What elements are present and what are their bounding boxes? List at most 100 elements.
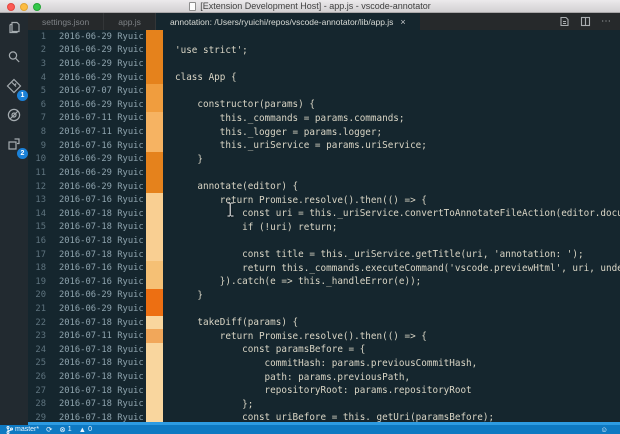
line-number: 18	[28, 263, 46, 273]
annotation-editor[interactable]: 1 2016-06-29 Ryuich. 2 2016-06-29 Ryuich…	[28, 30, 620, 425]
heat-strip	[146, 221, 163, 235]
code-text: }	[175, 154, 203, 165]
window-title: [Extension Development Host] - app.js - …	[0, 1, 620, 11]
annotation-line[interactable]: 28 2016-07-18 Ryuich. };	[28, 397, 620, 411]
annotation-line[interactable]: 19 2016-07-16 Ryuich. }).catch(e => this…	[28, 275, 620, 289]
split-editor-icon[interactable]	[580, 16, 591, 27]
sidebar-item-git[interactable]: 1	[0, 71, 28, 100]
annotation-line[interactable]: 27 2016-07-18 Ryuich. repositoryRoot: pa…	[28, 384, 620, 398]
code-text: repositoryRoot: params.repositoryRoot	[175, 385, 472, 396]
commit-date-author: 2016-07-16 Ryuich.	[59, 141, 143, 151]
code-text: return Promise.resolve().then(() => {	[175, 195, 427, 206]
line-number: 25	[28, 358, 46, 368]
status-bar: master* ⟳ ⊗ 1 ▲ 0 ☺	[0, 425, 620, 434]
sidebar-item-extensions[interactable]: 2	[0, 129, 28, 158]
sync-icon[interactable]: ⟳	[46, 425, 52, 434]
line-number: 3	[28, 59, 46, 69]
feedback-smiley-icon[interactable]: ☺	[600, 425, 608, 434]
debug-icon	[6, 107, 22, 123]
open-preview-icon[interactable]	[559, 16, 570, 27]
annotation-line[interactable]: 3 2016-06-29 Ryuich.	[28, 57, 620, 71]
sidebar-item-debug[interactable]	[0, 100, 28, 129]
annotation-line[interactable]: 15 2016-07-18 Ryuich. if (!uri) return;	[28, 221, 620, 235]
heat-strip	[146, 343, 163, 357]
warning-icon: ▲	[79, 425, 86, 434]
heat-strip	[146, 180, 163, 194]
heat-strip	[146, 57, 163, 71]
sidebar-item-explorer[interactable]	[0, 13, 28, 42]
commit-date-author: 2016-06-29 Ryuich.	[59, 182, 143, 192]
git-branch-status[interactable]: master*	[6, 426, 39, 434]
annotation-line[interactable]: 24 2016-07-18 Ryuich. const paramsBefore…	[28, 343, 620, 357]
annotation-line[interactable]: 12 2016-06-29 Ryuich. annotate(editor) {	[28, 180, 620, 194]
code-text: 'use strict';	[175, 45, 248, 56]
code-text: this._commands = params.commands;	[175, 113, 405, 124]
heat-strip	[146, 397, 163, 411]
annotation-line[interactable]: 25 2016-07-18 Ryuich. commitHash: params…	[28, 357, 620, 371]
error-count[interactable]: ⊗ 1	[59, 425, 71, 434]
annotation-line[interactable]: 8 2016-07-11 Ryuich. this._logger = para…	[28, 125, 620, 139]
annotation-line[interactable]: 1 2016-06-29 Ryuich.	[28, 30, 620, 44]
annotation-line[interactable]: 23 2016-07-11 Ryuich. return Promise.res…	[28, 329, 620, 343]
code-text: constructor(params) {	[175, 99, 315, 110]
minimize-window-button[interactable]	[20, 3, 28, 11]
annotation-line[interactable]: 26 2016-07-18 Ryuich. path: params.previ…	[28, 370, 620, 384]
annotation-line[interactable]: 10 2016-06-29 Ryuich. }	[28, 152, 620, 166]
heat-strip	[146, 207, 163, 221]
tab-settings-json[interactable]: settings.json	[28, 13, 104, 30]
close-window-button[interactable]	[7, 3, 15, 11]
commit-date-author: 2016-06-29 Ryuich.	[59, 168, 143, 178]
heat-strip	[146, 139, 163, 153]
line-number: 28	[28, 399, 46, 409]
line-number: 20	[28, 290, 46, 300]
line-number: 27	[28, 386, 46, 396]
annotation-line[interactable]: 6 2016-06-29 Ryuich. constructor(params)…	[28, 98, 620, 112]
error-count-value: 1	[68, 426, 72, 433]
line-number: 23	[28, 331, 46, 341]
code-text: };	[175, 399, 253, 410]
annotation-line[interactable]: 17 2016-07-18 Ryuich. const title = this…	[28, 248, 620, 262]
line-number: 10	[28, 154, 46, 164]
line-number: 21	[28, 304, 46, 314]
line-number: 9	[28, 141, 46, 151]
annotation-line[interactable]: 14 2016-07-18 Ryuich. const uri = this._…	[28, 207, 620, 221]
zoom-window-button[interactable]	[33, 3, 41, 11]
heat-strip	[146, 166, 163, 180]
annotation-line[interactable]: 20 2016-06-29 Ryuich. }	[28, 289, 620, 303]
annotation-line[interactable]: 13 2016-07-16 Ryuich. return Promise.res…	[28, 193, 620, 207]
annotation-line[interactable]: 11 2016-06-29 Ryuich.	[28, 166, 620, 180]
code-text: return this._commands.executeCommand('vs…	[175, 263, 620, 274]
commit-date-author: 2016-07-18 Ryuich.	[59, 386, 143, 396]
annotation-line[interactable]: 2 2016-06-29 Ryuich. 'use strict';	[28, 44, 620, 58]
line-number: 17	[28, 250, 46, 260]
line-number: 16	[28, 236, 46, 246]
heat-strip	[146, 261, 163, 275]
tab-annotation-app-js[interactable]: annotation: /Users/ryuichi/repos/vscode-…	[156, 13, 420, 30]
annotation-line[interactable]: 22 2016-07-18 Ryuich. takeDiff(params) {	[28, 316, 620, 330]
sidebar-item-search[interactable]	[0, 42, 28, 71]
commit-date-author: 2016-07-18 Ryuich.	[59, 222, 143, 232]
annotation-line[interactable]: 4 2016-06-29 Ryuich. class App {	[28, 71, 620, 85]
commit-date-author: 2016-06-29 Ryuich.	[59, 73, 143, 83]
window-title-text: [Extension Development Host] - app.js - …	[200, 1, 431, 11]
code-text: this._logger = params.logger;	[175, 127, 382, 138]
annotation-line[interactable]: 18 2016-07-16 Ryuich. return this._comma…	[28, 261, 620, 275]
code-text: if (!uri) return;	[175, 222, 337, 233]
tab-label: annotation: /Users/ryuichi/repos/vscode-…	[170, 17, 393, 27]
close-tab-icon[interactable]: ×	[400, 17, 405, 27]
commit-date-author: 2016-07-18 Ryuich.	[59, 345, 143, 355]
line-number: 11	[28, 168, 46, 178]
search-icon	[6, 49, 22, 65]
annotation-line[interactable]: 7 2016-07-11 Ryuich. this._commands = pa…	[28, 112, 620, 126]
titlebar: [Extension Development Host] - app.js - …	[0, 0, 620, 13]
annotation-line[interactable]: 21 2016-06-29 Ryuich.	[28, 302, 620, 316]
heat-strip	[146, 112, 163, 126]
warning-count[interactable]: ▲ 0	[79, 425, 92, 434]
annotation-line[interactable]: 16 2016-07-18 Ryuich.	[28, 234, 620, 248]
tab-app-js[interactable]: app.js	[104, 13, 156, 30]
more-actions-icon[interactable]: ⋯	[601, 16, 612, 27]
line-number: 15	[28, 222, 46, 232]
annotation-line[interactable]: 5 2016-07-07 Ryuich.	[28, 84, 620, 98]
annotation-line[interactable]: 9 2016-07-16 Ryuich. this._uriService = …	[28, 139, 620, 153]
tab-label: app.js	[118, 17, 141, 27]
